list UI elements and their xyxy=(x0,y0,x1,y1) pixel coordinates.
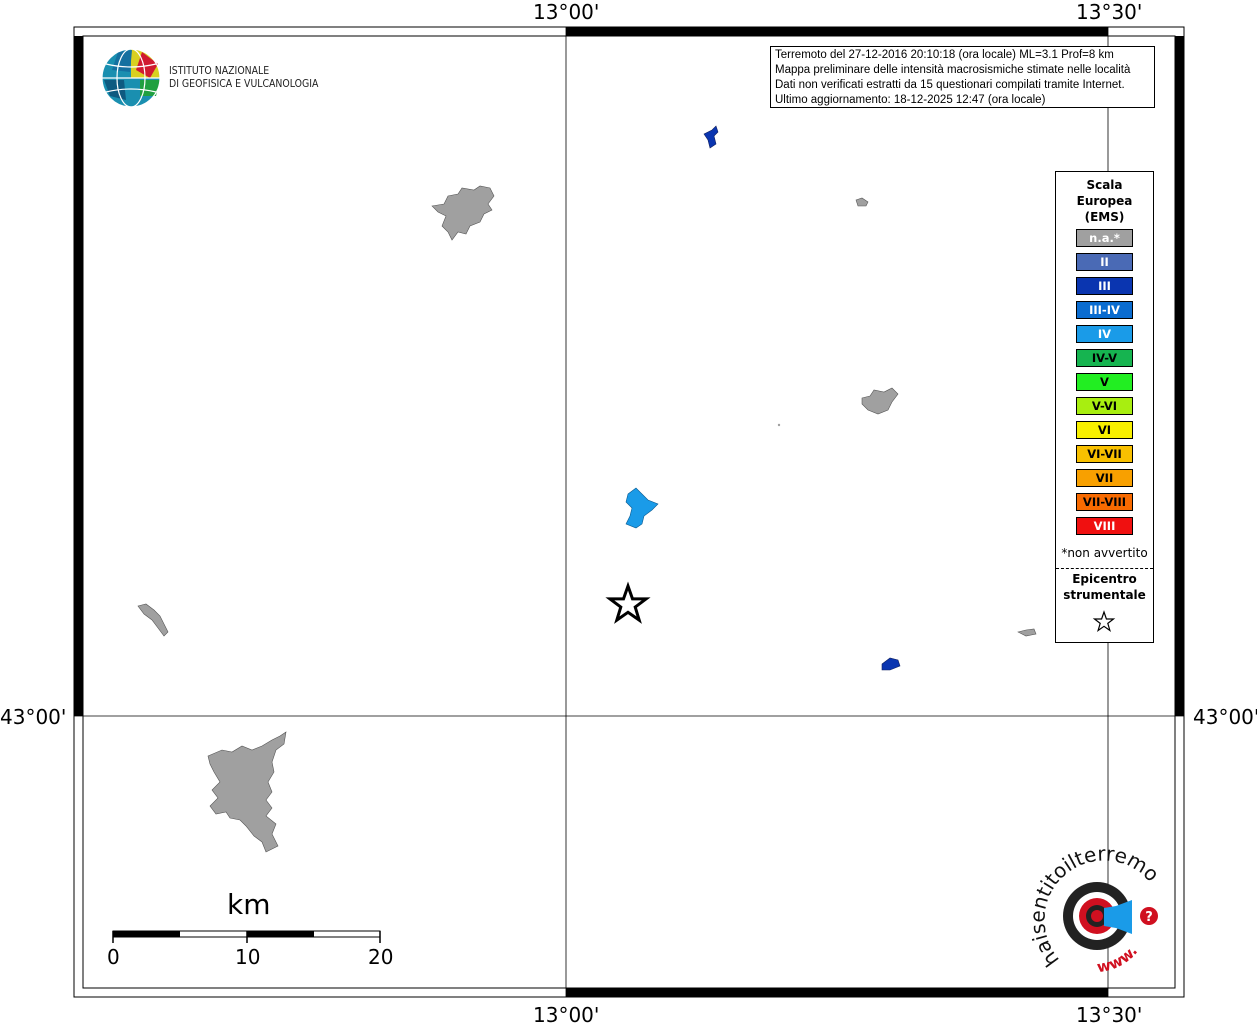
event-info-line1: Terremoto del 27-12-2016 20:10:18 (ora l… xyxy=(775,49,1114,61)
legend-swatch: VIII xyxy=(1076,517,1133,535)
lat-label-right-4300: 43°00' xyxy=(1193,705,1257,729)
map-frame-outer xyxy=(73,26,1185,998)
scale-unit-label: km xyxy=(227,888,271,921)
scale-bar xyxy=(112,930,381,943)
event-info-line3: Dati non verificati estratti da 15 quest… xyxy=(775,79,1125,91)
ingv-logo-text: ISTITUTO NAZIONALE DI GEOFISICA E VULCAN… xyxy=(169,64,318,90)
lon-label-bottom-1330: 13°30' xyxy=(1076,1003,1143,1027)
legend-divider xyxy=(1056,568,1153,569)
legend-swatch: n.a.* xyxy=(1076,229,1133,247)
watermark-text: haisentitoilterremoto.it xyxy=(0,0,1164,972)
legend-swatch: II xyxy=(1076,253,1133,271)
legend-swatch: V xyxy=(1076,373,1133,391)
lat-label-left-4300: 43°00' xyxy=(0,705,67,729)
ingv-globe-icon xyxy=(101,48,161,108)
legend-epicenter-line2: strumentale xyxy=(1063,588,1146,602)
locality-area xyxy=(137,603,169,637)
ingv-logo-line1: ISTITUTO NAZIONALE xyxy=(169,64,270,77)
legend-swatch: IV-V xyxy=(1076,349,1133,367)
legend-title-line1: Scala xyxy=(1086,178,1123,192)
legend-swatch: III xyxy=(1076,277,1133,295)
scale-tick-20: 20 xyxy=(368,945,394,969)
svg-text:?: ? xyxy=(1145,910,1153,925)
locality-area xyxy=(625,487,659,529)
frame-bar-right xyxy=(1175,36,1184,716)
legend-epicenter-label: Epicentro strumentale xyxy=(1056,571,1153,603)
lon-label-bottom-1300: 13°00' xyxy=(533,1003,600,1027)
ingv-logo-line2: DI GEOFISICA E VULCANOLOGIA xyxy=(169,77,319,90)
legend-epicenter-line1: Epicentro xyxy=(1072,572,1137,586)
legend-title-line3: (EMS) xyxy=(1084,210,1125,224)
event-info-line4: Ultimo aggiornamento: 18-12-2025 12:47 (… xyxy=(775,94,1046,106)
locality-area xyxy=(1017,628,1037,637)
legend-swatch: VII xyxy=(1076,469,1133,487)
intensity-legend: Scala Europea (EMS) n.a.* II III III-IV IV IV… xyxy=(1055,171,1154,643)
legend-star-icon xyxy=(1092,610,1116,632)
legend-swatch: V-VI xyxy=(1076,397,1133,415)
locality-area xyxy=(881,657,901,671)
frame-bar-top xyxy=(566,27,1108,36)
map-frame-inner xyxy=(82,35,1176,989)
legend-note: *non avvertito xyxy=(1061,546,1148,560)
scale-tick-10: 10 xyxy=(235,945,261,969)
locality-area xyxy=(207,731,287,853)
legend-swatch: III-IV xyxy=(1076,301,1133,319)
locality-point xyxy=(777,423,781,427)
event-info-box: Terremoto del 27-12-2016 20:10:18 (ora l… xyxy=(770,46,1155,108)
lon-label-top-1330: 13°30' xyxy=(1076,0,1143,24)
locality-area xyxy=(855,197,869,207)
legend-title-line2: Europea xyxy=(1076,194,1133,208)
legend-swatch: VI xyxy=(1076,421,1133,439)
legend-swatch: IV xyxy=(1076,325,1133,343)
lon-label-top-1300: 13°00' xyxy=(533,0,600,24)
event-info-line2: Mappa preliminare delle intensità macros… xyxy=(775,64,1131,76)
locality-area xyxy=(861,387,899,415)
locality-area xyxy=(431,185,495,241)
legend-swatch: VI-VII xyxy=(1076,445,1133,463)
hsit-logo-icon: ? xyxy=(1063,882,1158,950)
frame-bar-left xyxy=(74,36,83,716)
epicenter-star-icon xyxy=(605,581,651,624)
legend-title: Scala Europea (EMS) xyxy=(1056,177,1153,225)
watermark-text: haisentitoilterremoto.it xyxy=(0,0,1164,972)
locality-area xyxy=(703,125,719,149)
legend-swatch: VII-VIII xyxy=(1076,493,1133,511)
frame-bar-bottom xyxy=(566,988,1108,997)
scale-tick-0: 0 xyxy=(107,945,120,969)
